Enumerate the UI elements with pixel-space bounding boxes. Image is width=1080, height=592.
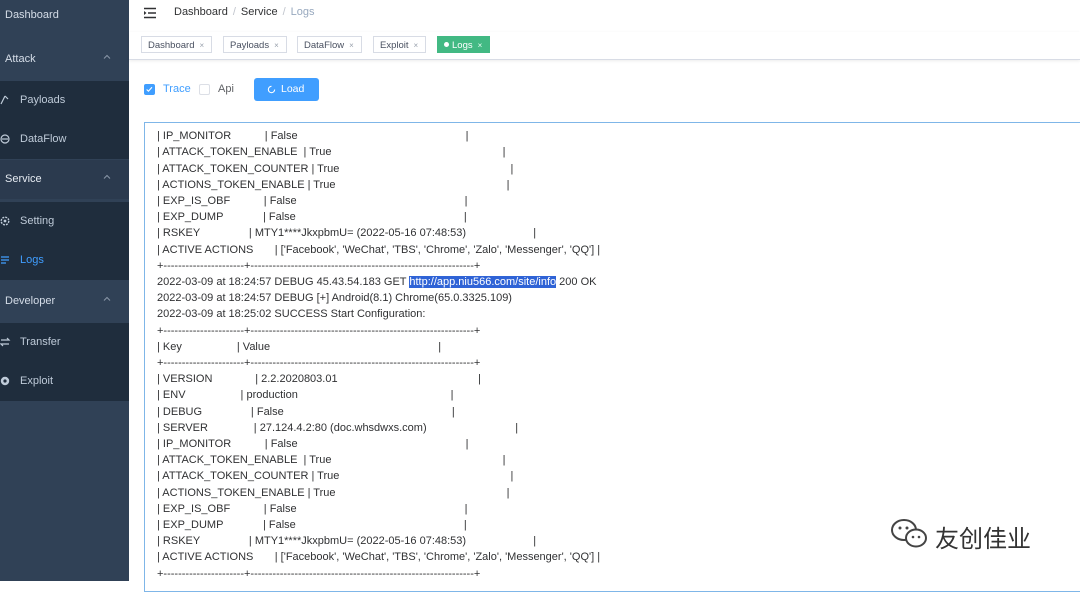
watermark-text: 友创佳业 <box>935 525 1031 553</box>
tag-label: Payloads <box>230 40 270 51</box>
log-line: | IP_MONITOR | False | <box>157 130 469 143</box>
log-line: +----------------------+----------------… <box>157 357 481 369</box>
log-line: | IP_MONITOR | False | <box>157 438 469 450</box>
active-dot-icon <box>444 42 449 47</box>
log-line: | RSKEY | MTY1****JkxpbmU= (2022-05-16 0… <box>157 535 537 548</box>
exploit-icon <box>0 376 10 386</box>
sidebar-item-label: DataFlow <box>20 133 67 145</box>
log-line: +----------------------+----------------… <box>157 123 480 127</box>
log-line: | SERVER | 27.124.4.2:80 (doc.whsdwxs.co… <box>157 421 519 434</box>
close-icon[interactable]: × <box>414 41 419 50</box>
log-line: +----------------------+----------------… <box>157 567 481 580</box>
sidebar-item-label: Transfer <box>20 336 61 348</box>
close-icon[interactable]: × <box>349 41 354 50</box>
sidebar-group-developer[interactable]: Developer <box>0 282 129 321</box>
sidebar-group-label: Service <box>5 173 42 185</box>
sidebar-group-service[interactable]: Service <box>0 160 129 199</box>
log-line: +----------------------+----------------… <box>157 259 481 272</box>
breadcrumb: Dashboard / Service / Logs <box>174 6 315 18</box>
log-text: 200 OK <box>556 276 597 288</box>
payloads-icon <box>0 95 9 105</box>
tag-label: DataFlow <box>304 40 345 51</box>
log-line: | ATTACK_TOKEN_ENABLE | True | <box>157 146 506 159</box>
sidebar-item-dashboard[interactable]: Dashboard <box>0 0 129 35</box>
hamburger-icon[interactable] <box>143 6 157 20</box>
sidebar-item-label: Payloads <box>20 94 66 106</box>
tag-exploit[interactable]: Exploit × <box>373 36 427 53</box>
log-line: | EXP_DUMP | False | <box>157 211 467 224</box>
log-line: 2022-03-09 at 18:25:02 SUCCESS Start Con… <box>157 308 426 321</box>
breadcrumb-separator: / <box>282 6 286 18</box>
log-line: | ATTACK_TOKEN_COUNTER | True | <box>157 470 514 483</box>
highlighted-url[interactable]: http://app.niu566.com/site/info <box>409 276 557 288</box>
tag-payloads[interactable]: Payloads × <box>223 36 287 53</box>
log-text: 2022-03-09 at 18:24:57 DEBUG 45.43.54.18… <box>157 276 410 288</box>
tag-label: Exploit <box>380 40 409 51</box>
chevron-up-icon <box>103 54 111 59</box>
api-label[interactable]: Api <box>218 83 234 95</box>
close-icon[interactable]: × <box>274 41 279 50</box>
api-checkbox[interactable] <box>199 84 210 95</box>
breadcrumb-item-service[interactable]: Service <box>241 6 278 18</box>
log-line: | RSKEY | MTY1****JkxpbmU= (2022-05-16 0… <box>157 227 537 240</box>
trace-checkbox[interactable] <box>144 84 155 95</box>
tag-dataflow[interactable]: DataFlow × <box>297 36 362 53</box>
sidebar: Dashboard Attack Payloads DataFlow Servi… <box>0 0 129 581</box>
log-line: | VERSION | 2.2.2020803.01 | <box>157 373 482 386</box>
log-line: | EXP_IS_OBF | False | <box>157 502 468 515</box>
sidebar-item-exploit[interactable]: Exploit <box>0 362 129 401</box>
breadcrumb-item-dashboard[interactable]: Dashboard <box>174 6 228 18</box>
tag-logs[interactable]: Logs × <box>437 36 491 53</box>
tag-label: Logs <box>452 40 473 51</box>
checkmark-icon <box>146 86 153 93</box>
trace-label[interactable]: Trace <box>163 83 191 95</box>
sidebar-item-label: Dashboard <box>5 9 59 21</box>
sidebar-group-label: Developer <box>5 295 56 307</box>
sidebar-item-payloads[interactable]: Payloads <box>0 81 129 120</box>
log-line: +----------------------+----------------… <box>157 324 481 337</box>
refresh-icon <box>267 85 276 94</box>
gear-icon <box>0 216 10 226</box>
close-icon[interactable]: × <box>199 41 204 50</box>
sidebar-item-dataflow[interactable]: DataFlow <box>0 120 129 159</box>
log-line: | ACTIONS_TOKEN_ENABLE | True | <box>157 486 510 499</box>
sidebar-item-label: Logs <box>20 254 44 266</box>
log-line: | EXP_DUMP | False | <box>157 519 467 531</box>
dataflow-icon <box>0 134 10 144</box>
sidebar-item-label: Exploit <box>20 375 54 387</box>
transfer-icon <box>0 337 11 347</box>
log-line: | ENV | production | <box>157 389 454 402</box>
sidebar-group-attack[interactable]: Attack <box>0 40 129 79</box>
log-line: 2022-03-09 at 18:24:57 DEBUG 45.43.54.18… <box>157 275 596 289</box>
load-button[interactable]: Load <box>254 78 319 101</box>
top-navbar: Dashboard / Service / Logs <box>129 0 1080 28</box>
breadcrumb-item-logs: Logs <box>290 6 315 18</box>
tag-label: Dashboard <box>148 40 195 51</box>
log-line: | Key | Value | <box>157 340 442 353</box>
log-line: 2022-03-09 at 18:24:57 DEBUG [+] Android… <box>157 292 512 305</box>
wechat-icon <box>891 519 927 548</box>
load-button-label: Load <box>281 83 305 95</box>
tags-view: Dashboard × Payloads × DataFlow × Exploit × … <box>129 32 1080 60</box>
tag-dashboard[interactable]: Dashboard × <box>141 36 213 53</box>
logs-icon <box>1 256 9 264</box>
log-line: | EXP_IS_OBF | False | <box>157 195 468 207</box>
sidebar-item-label: Setting <box>20 215 55 227</box>
chevron-up-icon <box>103 296 111 301</box>
chevron-up-icon <box>103 174 111 179</box>
log-line: | ATTACK_TOKEN_ENABLE | True | <box>157 454 506 467</box>
sidebar-item-setting[interactable]: Setting <box>0 202 129 241</box>
sidebar-item-logs[interactable]: Logs <box>0 241 129 280</box>
breadcrumb-separator: / <box>232 6 236 18</box>
sidebar-group-label: Attack <box>5 53 36 65</box>
log-line: | DEBUG | False | <box>157 405 455 418</box>
log-line: | ATTACK_TOKEN_COUNTER | True | <box>157 162 514 175</box>
watermark: 友创佳业 <box>890 515 1070 555</box>
log-line: | ACTIONS_TOKEN_ENABLE | True | <box>157 178 510 191</box>
log-line: | ACTIVE ACTIONS | ['Facebook', 'WeChat'… <box>157 243 601 256</box>
close-icon[interactable]: × <box>478 41 483 50</box>
sidebar-item-transfer[interactable]: Transfer <box>0 323 129 362</box>
log-line: | ACTIVE ACTIONS | ['Facebook', 'WeChat'… <box>157 551 601 564</box>
